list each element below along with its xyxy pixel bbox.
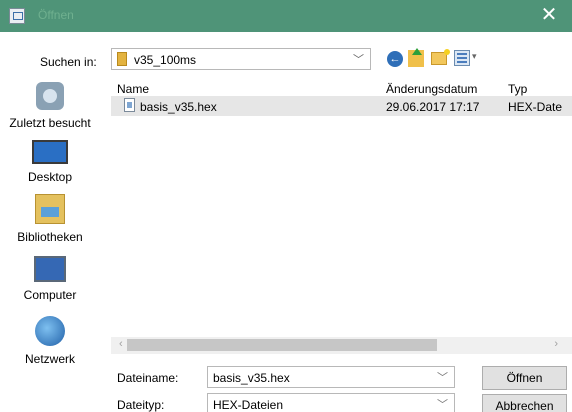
- scroll-right-icon[interactable]: ›: [554, 338, 558, 350]
- close-button[interactable]: ✕: [526, 0, 572, 32]
- place-label: Zuletzt besucht: [9, 116, 91, 130]
- folder-icon: [117, 52, 127, 66]
- place-recent[interactable]: Zuletzt besucht: [0, 82, 100, 130]
- network-icon: [35, 316, 65, 346]
- file-name: basis_v35.hex: [140, 100, 217, 114]
- file-list[interactable]: [110, 76, 572, 354]
- chevron-down-icon: ﹀: [353, 54, 364, 66]
- recent-places-icon: [36, 82, 64, 110]
- chevron-down-icon[interactable]: ﹀: [437, 396, 448, 412]
- open-button[interactable]: Öffnen: [482, 366, 567, 390]
- filetype-select[interactable]: HEX-Dateien ﹀: [207, 393, 455, 412]
- column-header-type[interactable]: Typ: [508, 82, 527, 96]
- app-icon: [9, 8, 25, 24]
- filename-label: Dateiname:: [117, 371, 179, 385]
- place-desktop[interactable]: Desktop: [0, 140, 100, 184]
- computer-icon: [34, 256, 66, 282]
- look-in-combo[interactable]: v35_100ms ﹀: [111, 48, 371, 70]
- look-in-value: v35_100ms: [134, 53, 197, 67]
- chevron-down-icon[interactable]: ﹀: [437, 369, 448, 385]
- up-folder-icon[interactable]: [408, 48, 424, 67]
- libraries-icon: [35, 194, 65, 224]
- scrollbar-thumb[interactable]: [127, 339, 437, 351]
- place-label: Netzwerk: [24, 352, 75, 366]
- filename-field[interactable]: basis_v35.hex ﹀: [207, 366, 455, 388]
- desktop-icon: [32, 140, 68, 164]
- horizontal-scrollbar[interactable]: ‹ ›: [111, 337, 572, 354]
- place-label: Bibliotheken: [17, 230, 83, 244]
- new-folder-icon[interactable]: [431, 49, 450, 65]
- look-in-label: Suchen in:: [40, 55, 97, 69]
- column-header-date[interactable]: Änderungsdatum: [386, 82, 477, 96]
- view-menu-chevron-icon[interactable]: ▾: [472, 51, 477, 62]
- cancel-button[interactable]: Abbrechen: [482, 394, 567, 412]
- place-label: Desktop: [27, 170, 73, 184]
- window-title: Öffnen: [38, 8, 74, 22]
- file-type: HEX-Date: [508, 100, 563, 114]
- file-icon: [124, 98, 135, 112]
- title-bar: Öffnen ✕: [0, 0, 572, 32]
- column-header-name[interactable]: Name: [117, 82, 149, 96]
- place-libraries[interactable]: Bibliotheken: [0, 194, 100, 244]
- view-menu-icon[interactable]: [454, 50, 470, 66]
- back-icon[interactable]: ←: [387, 51, 403, 67]
- scroll-left-icon[interactable]: ‹: [119, 338, 123, 350]
- place-label: Computer: [23, 288, 77, 302]
- filename-value: basis_v35.hex: [213, 371, 290, 385]
- file-date: 29.06.2017 17:17: [386, 100, 480, 114]
- place-computer[interactable]: Computer: [0, 256, 100, 302]
- filetype-label: Dateityp:: [117, 398, 165, 412]
- filetype-value: HEX-Dateien: [213, 398, 284, 412]
- place-network[interactable]: Netzwerk: [0, 316, 100, 366]
